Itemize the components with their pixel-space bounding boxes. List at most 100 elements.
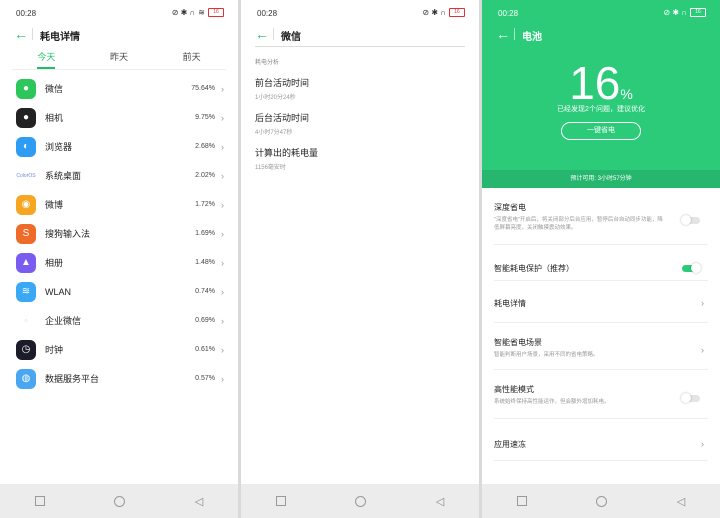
status-time: 00:28: [498, 9, 519, 18]
recent-apps-icon[interactable]: [34, 496, 45, 506]
chevron-right-icon: ›: [221, 199, 224, 210]
battery-summary: 00:28 ⊘ ✱ ∩ 16 ← 电池 16% 已经发现2个问题，建议优化 一键…: [482, 0, 720, 188]
gallery-icon: ▲: [16, 252, 36, 273]
status-icons: ⊘ ✱ ∩: [663, 8, 687, 17]
page-title: 微信: [281, 32, 301, 43]
detail-item: 计算出的耗电量 1156毫安时: [255, 146, 479, 171]
status-icons: ⊘ ✱ ∩: [422, 8, 446, 17]
setting-desc: 智能判断用户场景，采用不同的省电策略。: [494, 352, 599, 358]
detail-title: 后台活动时间: [255, 113, 310, 123]
setting-desc: "深度省电"开启后，将关闭部分后台应用，暂停后台自动同步功能，降低屏幕亮度，关闭…: [494, 217, 663, 231]
toggle-switch[interactable]: [682, 263, 701, 273]
nav-bar: ◁: [241, 484, 479, 518]
setting-title: 智能耗电保护（推荐）: [494, 264, 574, 273]
back-arrow-icon[interactable]: ←: [14, 27, 28, 41]
setting-row[interactable]: 应用速冻 ›: [494, 430, 708, 461]
tab-day-before[interactable]: 前天: [183, 50, 201, 69]
one-key-save-button[interactable]: 一键省电: [561, 122, 641, 140]
home-icon[interactable]: [596, 495, 608, 507]
wifi-icon: ≋: [198, 8, 205, 17]
list-item[interactable]: ◉ 微博 1.72% ›: [0, 190, 238, 219]
back-nav-icon[interactable]: ◁: [195, 495, 203, 508]
list-item[interactable]: ◷ 时钟 0.61% ›: [0, 335, 238, 364]
back-arrow-icon[interactable]: ←: [496, 27, 510, 41]
app-name: 相册: [45, 258, 64, 268]
detail-item: 前台活动时间 1小时20分24秒: [255, 76, 479, 101]
back-arrow-icon[interactable]: ←: [255, 27, 269, 41]
list-item[interactable]: ≋ WLAN 0.74% ›: [0, 277, 238, 306]
recent-apps-icon[interactable]: [275, 496, 286, 506]
setting-row[interactable]: 耗电详情 ›: [494, 286, 708, 323]
sogou-icon: S: [16, 223, 36, 244]
list-item[interactable]: ◌ 企业微信 0.69% ›: [0, 306, 238, 335]
usage-details: 前台活动时间 1小时20分24秒后台活动时间 4小时7分47秒计算出的耗电量 1156…: [241, 76, 479, 171]
app-percent: 1.48%: [195, 259, 215, 266]
weibo-icon: ◉: [16, 194, 36, 215]
chevron-right-icon: ›: [221, 112, 224, 123]
header: ← 耗电详情: [0, 24, 238, 44]
chevron-right-icon: ›: [221, 228, 224, 239]
setting-desc: 系统始终保持高性能运作，但会额外增加耗电。: [494, 399, 610, 405]
chevron-right-icon: ›: [221, 373, 224, 384]
home-icon[interactable]: [355, 495, 367, 507]
toggle-switch[interactable]: [681, 393, 700, 403]
app-name: 浏览器: [45, 142, 73, 152]
chevron-right-icon: ›: [221, 257, 224, 268]
toggle-switch[interactable]: [681, 215, 700, 225]
tab-today[interactable]: 今天: [37, 50, 56, 69]
battery-icon: 16: [208, 8, 224, 17]
list-item[interactable]: ◍ 数据服务平台 0.57% ›: [0, 364, 238, 393]
launcher-icon: ColorOS: [16, 165, 36, 186]
home-icon[interactable]: [114, 495, 126, 507]
list-item[interactable]: ● 微信 75.64% ›: [0, 74, 238, 103]
wecom-icon: ◌: [16, 310, 36, 331]
chevron-right-icon: ›: [221, 83, 224, 94]
list-item[interactable]: ◐ 浏览器 2.68% ›: [0, 132, 238, 161]
browser-icon: ◐: [16, 136, 36, 157]
nav-bar: ◁: [0, 484, 238, 518]
setting-row[interactable]: 高性能模式 系统始终保持高性能运作，但会额外增加耗电。: [494, 380, 708, 419]
list-item[interactable]: ● 相机 9.75% ›: [0, 103, 238, 132]
list-item[interactable]: ColorOS 系统桌面 2.02% ›: [0, 161, 238, 190]
app-name: 微信: [45, 84, 64, 94]
setting-row[interactable]: 深度省电 "深度省电"开启后，将关闭部分后台应用，暂停后台自动同步功能，降低屏幕亮…: [494, 198, 708, 245]
chevron-right-icon: ›: [701, 345, 704, 355]
setting-title: 深度省电: [494, 203, 526, 212]
detail-title: 前台活动时间: [255, 78, 310, 88]
detail-item: 后台活动时间 4小时7分47秒: [255, 111, 479, 136]
back-nav-icon[interactable]: ◁: [677, 495, 685, 508]
detail-value: 1156毫安时: [255, 165, 286, 171]
battery-icon: 16: [449, 8, 465, 17]
setting-row[interactable]: 智能耗电保护（推荐）: [494, 258, 708, 281]
app-percent: 0.69%: [195, 317, 215, 324]
wechat-icon: ●: [16, 78, 36, 99]
battery-icon: 16: [690, 8, 706, 17]
list-item[interactable]: S 搜狗输入法 1.69% ›: [0, 219, 238, 248]
detail-value: 4小时7分47秒: [255, 130, 293, 136]
setting-row[interactable]: 智能省电场景智能判断用户场景，采用不同的省电策略。 ›: [494, 333, 708, 370]
back-nav-icon[interactable]: ◁: [436, 495, 444, 508]
wlan-icon: ≋: [16, 281, 36, 302]
app-percent: 0.74%: [195, 288, 215, 295]
status-bar: 00:28 ⊘ ✱ ∩ 16: [482, 0, 720, 24]
day-tabs: 今天 昨天 前天: [0, 50, 238, 69]
status-icons: ⊘ ✱ ∩: [171, 8, 196, 17]
section-label: 耗电分析: [255, 60, 280, 66]
page-title: 耗电详情: [40, 32, 80, 43]
app-name: WLAN: [45, 286, 72, 297]
list-item[interactable]: ▲ 相册 1.48% ›: [0, 248, 238, 277]
camera-icon: ●: [16, 107, 36, 128]
chevron-right-icon: ›: [221, 286, 224, 297]
setting-title: 智能省电场景: [494, 338, 542, 347]
tab-yesterday[interactable]: 昨天: [110, 50, 128, 69]
app-percent: 1.69%: [195, 230, 215, 237]
chevron-right-icon: ›: [221, 170, 224, 181]
app-percent: 0.61%: [195, 346, 215, 353]
app-name: 微博: [45, 200, 64, 210]
clock-icon: ◷: [16, 339, 36, 360]
app-percent: 2.68%: [195, 143, 215, 150]
app-percent: 2.02%: [195, 172, 215, 179]
chevron-right-icon: ›: [701, 439, 704, 449]
recent-apps-icon[interactable]: [516, 496, 527, 506]
app-percent: 75.64%: [191, 85, 215, 92]
